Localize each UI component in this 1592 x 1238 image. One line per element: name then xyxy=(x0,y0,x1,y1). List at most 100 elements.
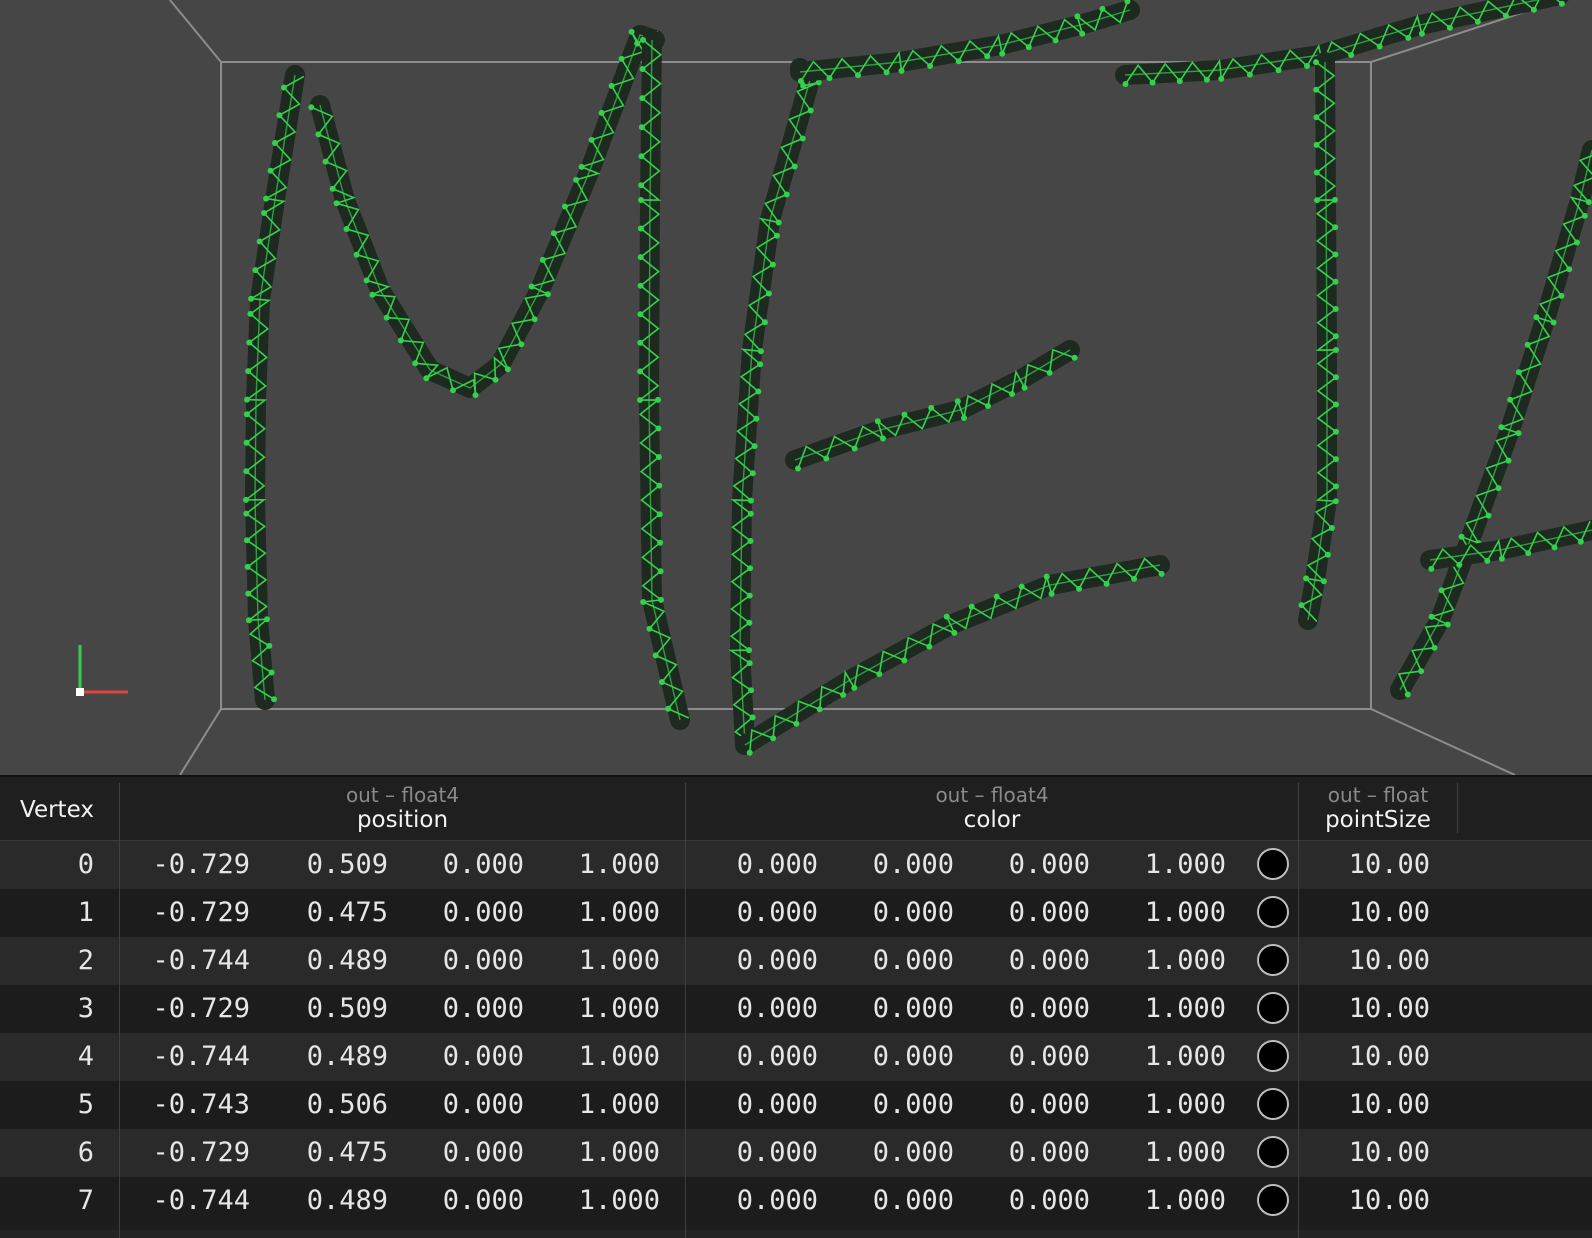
color-swatch[interactable] xyxy=(1257,992,1289,1024)
color-value: 1.000 xyxy=(1116,1137,1226,1168)
letter-stroke xyxy=(1123,0,1565,87)
table-row[interactable]: 7-0.7440.4890.0001.0000.0000.0000.0001.0… xyxy=(0,1177,1592,1225)
color-swatch[interactable] xyxy=(1257,1040,1289,1072)
pointsize-value: 10.00 xyxy=(1310,849,1430,880)
pointsize-value: 10.00 xyxy=(1310,993,1430,1024)
position-value: 0.000 xyxy=(414,1185,524,1216)
position-value: -0.729 xyxy=(140,849,250,880)
color-value: 0.000 xyxy=(844,849,954,880)
letter-stroke xyxy=(243,75,304,702)
position-value: 1.000 xyxy=(550,897,660,928)
letter-stroke xyxy=(1299,59,1340,622)
table-row[interactable]: 2-0.7440.4890.0001.0000.0000.0000.0001.0… xyxy=(0,937,1592,985)
column-divider[interactable] xyxy=(685,783,686,1238)
vertex-index: 0 xyxy=(0,849,94,880)
table-row[interactable]: 5-0.7430.5060.0001.0000.0000.0000.0001.0… xyxy=(0,1081,1592,1129)
vertex-index: 6 xyxy=(0,1137,94,1168)
color-value: 0.000 xyxy=(844,897,954,928)
color-value: 0.000 xyxy=(980,993,1090,1024)
position-value: 0.509 xyxy=(278,849,388,880)
color-value: 0.000 xyxy=(980,897,1090,928)
vertex-index: 5 xyxy=(0,1089,94,1120)
position-column-type: out – float4 xyxy=(120,783,685,807)
table-row[interactable]: 3 -0.729 0.509 0.000 1.000 0.000 0.000 0.000 1.0… xyxy=(0,985,1592,1033)
color-value: 0.000 xyxy=(708,1089,818,1120)
color-value: 0.000 xyxy=(708,849,818,880)
vertex-index: 7 xyxy=(0,1185,94,1216)
position-value: 0.000 xyxy=(414,945,524,976)
color-value: 0.000 xyxy=(844,1041,954,1072)
color-value: 1.000 xyxy=(1116,1041,1226,1072)
table-row[interactable]: 4-0.7440.4890.0001.0000.0000.0000.0001.0… xyxy=(0,1033,1592,1081)
pointsize-value: 10.00 xyxy=(1310,1185,1430,1216)
position-value: 1.000 xyxy=(550,849,660,880)
position-value: 1.000 xyxy=(550,1137,660,1168)
position-value: -0.729 xyxy=(140,1137,250,1168)
color-value: 0.000 xyxy=(844,945,954,976)
color-value: 1.000 xyxy=(1116,1185,1226,1216)
letter-stroke xyxy=(798,0,1131,84)
letter-stroke xyxy=(795,350,1078,472)
pointsize-value: 10.00 xyxy=(1310,1089,1430,1120)
position-value: -0.744 xyxy=(140,945,250,976)
vertex-index: 3 xyxy=(0,993,94,1024)
position-value: 1.000 xyxy=(550,1185,660,1216)
color-swatch[interactable] xyxy=(1257,1088,1289,1120)
pointsize-column-header[interactable]: out – float pointSize xyxy=(1299,777,1457,843)
color-value: 0.000 xyxy=(708,1041,818,1072)
position-column-header[interactable]: out – float4 position xyxy=(120,777,685,843)
column-divider[interactable] xyxy=(119,783,120,1238)
wireframe-strokes xyxy=(243,0,1592,756)
position-value: -0.743 xyxy=(140,1089,250,1120)
table-header: Vertex out – float4 position out – float… xyxy=(0,775,1592,841)
pointsize-value: 10.00 xyxy=(1310,945,1430,976)
color-value: 0.000 xyxy=(844,1089,954,1120)
axis-origin xyxy=(76,688,84,696)
pointsize-value: 10.00 xyxy=(1310,1041,1430,1072)
vertex-index: 4 xyxy=(0,1041,94,1072)
mesh-viewport[interactable] xyxy=(0,0,1592,775)
viewport-canvas[interactable] xyxy=(0,0,1592,775)
position-value: 0.000 xyxy=(414,1089,524,1120)
position-value: 0.489 xyxy=(278,1041,388,1072)
position-value: 0.000 xyxy=(414,1041,524,1072)
color-value: 0.000 xyxy=(844,993,954,1024)
color-value: 0.000 xyxy=(844,1137,954,1168)
position-value: 0.000 xyxy=(414,993,524,1024)
position-value: 1.000 xyxy=(550,1041,660,1072)
position-value: 0.509 xyxy=(278,993,388,1024)
color-value: 1.000 xyxy=(1116,1089,1226,1120)
column-divider[interactable] xyxy=(1298,783,1299,1238)
color-column-header[interactable]: out – float4 color xyxy=(686,777,1298,843)
color-swatch[interactable] xyxy=(1257,1136,1289,1168)
letter-stroke xyxy=(1399,149,1592,697)
color-swatch[interactable] xyxy=(1257,848,1289,880)
position-value: 0.000 xyxy=(414,897,524,928)
letter-stroke xyxy=(731,62,822,747)
column-divider[interactable] xyxy=(1457,783,1458,833)
position-value: 0.475 xyxy=(278,897,388,928)
color-swatch[interactable] xyxy=(1257,896,1289,928)
color-value: 0.000 xyxy=(708,993,818,1024)
table-row[interactable]: 1-0.7290.4750.0001.0000.0000.0000.0001.0… xyxy=(0,889,1592,937)
color-value: 1.000 xyxy=(1116,993,1226,1024)
vertex-table: Vertex out – float4 position out – float… xyxy=(0,775,1592,1230)
color-value: 1.000 xyxy=(1116,945,1226,976)
letter-stroke xyxy=(308,29,658,398)
color-swatch[interactable] xyxy=(1257,944,1289,976)
position-value: -0.729 xyxy=(140,993,250,1024)
position-value: 1.000 xyxy=(550,945,660,976)
color-value: 0.000 xyxy=(708,1137,818,1168)
position-value: 0.475 xyxy=(278,1137,388,1168)
color-swatch[interactable] xyxy=(1257,1184,1289,1216)
color-value: 1.000 xyxy=(1116,849,1226,880)
position-value: 1.000 xyxy=(550,993,660,1024)
pointsize-column-title: pointSize xyxy=(1299,807,1457,833)
vertex-column-header: Vertex xyxy=(20,797,94,823)
color-value: 0.000 xyxy=(980,1185,1090,1216)
letter-stroke xyxy=(745,559,1165,756)
position-value: -0.744 xyxy=(140,1185,250,1216)
table-row[interactable]: 0-0.7290.5090.0001.0000.0000.0000.0001.0… xyxy=(0,841,1592,889)
table-row[interactable]: 6-0.7290.4750.0001.0000.0000.0000.0001.0… xyxy=(0,1129,1592,1177)
color-column-title: color xyxy=(686,807,1298,833)
